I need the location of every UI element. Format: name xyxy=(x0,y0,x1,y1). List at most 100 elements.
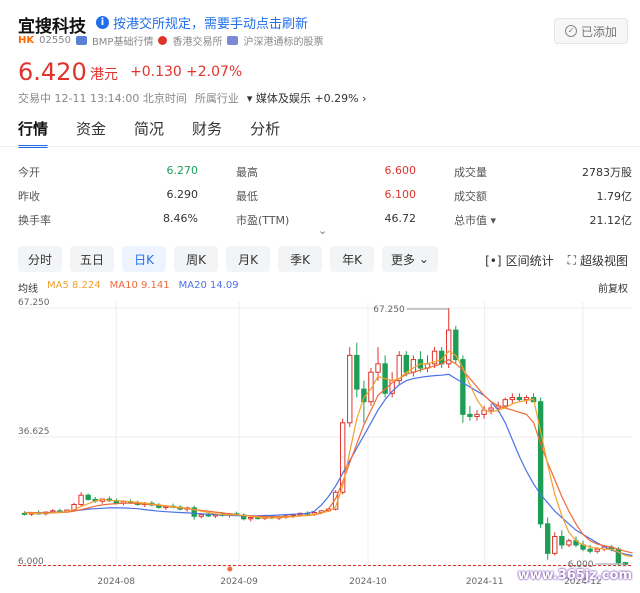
candle-body xyxy=(509,397,516,401)
range-bracket-icon: [•] xyxy=(485,253,502,268)
tab-analysis[interactable]: 分析 xyxy=(250,118,280,139)
data-source: BMP基础行情 xyxy=(91,37,154,48)
watermark: www.365jz.com xyxy=(517,568,632,583)
stat-value: 2783万股 xyxy=(582,166,632,179)
y-tick-label: 6.000 xyxy=(18,557,44,567)
candle-body xyxy=(488,407,494,411)
tabs-divider xyxy=(0,146,640,147)
period-monthly-k[interactable]: 月K xyxy=(226,246,270,272)
range-stats-button[interactable]: [•] 区间统计 xyxy=(485,252,553,269)
period-selector: 分时 五日 日K 周K 月K 季K 年K 更多 ⌄ xyxy=(18,246,438,272)
tab-funds[interactable]: 资金 xyxy=(76,118,106,139)
tab-profile[interactable]: 简况 xyxy=(134,118,164,139)
stat-label: 市盈(TTM) xyxy=(236,214,290,227)
candle-body xyxy=(523,397,530,401)
x-tick-label: 2024-10 xyxy=(349,577,387,587)
candle-body xyxy=(467,413,473,417)
high-price-label: 67.250 xyxy=(373,305,405,315)
candle-body xyxy=(248,517,254,520)
period-more-label: 更多 xyxy=(391,252,416,267)
connect-label: 沪深港通标的股票 xyxy=(243,37,324,48)
range-stats-label: 区间统计 xyxy=(505,254,554,268)
x-tick-label: 2024-11 xyxy=(466,577,504,587)
ma-legend: 均线 MA5 8.224 MA10 9.141 MA20 14.09 xyxy=(18,280,239,295)
stat-value: 6.290 xyxy=(166,188,199,201)
watchlist-added-button[interactable]: ✓ 已添加 xyxy=(554,18,628,44)
tab-finance[interactable]: 财务 xyxy=(192,118,222,139)
stat-label: 成交额 xyxy=(454,190,487,203)
industry-label: 所属行业 xyxy=(194,92,239,105)
chevron-down-icon: ⌄ xyxy=(418,252,429,266)
stat-label-dropdown[interactable]: 总市值 ▾ xyxy=(454,212,496,228)
candlestick-chart[interactable]: 67.25036.6256.00067.2506.0002024-08 2024-… xyxy=(0,296,640,593)
main-tabs: 行情 资金 简况 财务 分析 xyxy=(18,118,280,148)
check-circle-icon: ✓ xyxy=(564,25,577,37)
refresh-notice-text: 按港交所规定，需要手动点击刷新 xyxy=(113,17,309,32)
stock-code: 02550 xyxy=(39,35,71,46)
stat-value: 6.100 xyxy=(384,188,417,201)
period-more-dropdown[interactable]: 更多 ⌄ xyxy=(382,246,438,272)
candle-body xyxy=(502,399,508,407)
period-quarterly-k[interactable]: 季K xyxy=(278,246,322,272)
tab-quote[interactable]: 行情 xyxy=(18,118,49,148)
candle-body xyxy=(537,401,544,525)
refresh-notice[interactable]: i 按港交所规定，需要手动点击刷新 xyxy=(96,13,308,32)
period-daily-k[interactable]: 日K xyxy=(122,246,166,272)
market-badge: HK xyxy=(18,35,35,46)
candle-body xyxy=(403,354,409,373)
candle-body xyxy=(446,329,452,365)
super-view-button[interactable]: ⛶ 超级视图 xyxy=(568,252,628,269)
candle-body xyxy=(198,514,204,517)
period-intraday[interactable]: 分时 xyxy=(18,246,62,272)
event-marker-dot xyxy=(227,566,233,572)
connect-icon xyxy=(227,36,239,45)
trade-status-bar: 交易中 12-11 13:14:00 北京时间 所属行业 ▾ 媒体及娱乐 +0.… xyxy=(18,90,366,106)
chevron-right-icon: › xyxy=(362,92,367,105)
candle-body xyxy=(410,359,417,373)
candle-body xyxy=(347,354,353,424)
stat-label: 最高 xyxy=(236,166,258,179)
candle-body xyxy=(78,494,84,506)
stat-value: 8.46% xyxy=(163,212,198,225)
candle-body xyxy=(545,523,551,554)
stat-label: 总市值 xyxy=(454,214,487,227)
ma5-value: MA5 8.224 xyxy=(47,280,101,291)
bmp-icon xyxy=(75,36,87,45)
fullscreen-icon: ⛶ xyxy=(567,253,576,267)
stats-row: 今开 6.270 最高 6.600 成交量 2783万股 xyxy=(18,160,632,184)
stat-label: 换手率 xyxy=(18,214,51,227)
ma-label: 均线 xyxy=(18,284,38,295)
exchange-name: 香港交易所 xyxy=(172,37,223,48)
price-change: +0.130 xyxy=(130,64,182,80)
candle-body xyxy=(85,494,91,500)
stat-value: 1.79亿 xyxy=(596,190,633,203)
price-change-pct: +2.07% xyxy=(186,64,243,80)
price-adjust-toggle[interactable]: 前复权 xyxy=(598,280,628,295)
stat-label: 成交量 xyxy=(454,166,487,179)
stats-row: 昨收 6.290 最低 6.100 成交额 1.79亿 xyxy=(18,184,632,208)
y-tick-label: 36.625 xyxy=(18,427,50,437)
candle-body xyxy=(474,413,480,417)
candle-body xyxy=(559,536,565,546)
period-5day[interactable]: 五日 xyxy=(70,246,114,272)
caret-down-icon: ▾ xyxy=(490,214,497,227)
stat-value: 6.600 xyxy=(384,164,417,177)
y-tick-label: 67.250 xyxy=(18,298,50,308)
trade-status: 交易中 12-11 13:14:00 北京时间 xyxy=(18,92,187,105)
ma10-value: MA10 9.141 xyxy=(109,280,170,291)
period-yearly-k[interactable]: 年K xyxy=(330,246,374,272)
x-tick-label: 2024-09 xyxy=(220,577,258,587)
info-icon: i xyxy=(96,16,109,29)
expand-chevron-icon[interactable]: ⌄ xyxy=(318,224,327,237)
candle-body xyxy=(552,536,558,554)
stat-label: 昨收 xyxy=(18,190,40,203)
stat-value: 21.12亿 xyxy=(589,214,633,227)
candle-body xyxy=(375,363,381,373)
period-weekly-k[interactable]: 周K xyxy=(174,246,218,272)
stock-meta: HK 02550 BMP基础行情 香港交易所 沪深港通标的股票 xyxy=(18,33,323,48)
x-tick-label: 2024-08 xyxy=(97,577,135,587)
industry-change: +0.29% xyxy=(314,92,359,105)
industry-link[interactable]: ▾ 媒体及娱乐 +0.29% › xyxy=(247,90,367,106)
stats-grid: 今开 6.270 最高 6.600 成交量 2783万股 昨收 6.290 最低 6.10… xyxy=(18,160,632,232)
hkex-icon xyxy=(158,36,168,45)
